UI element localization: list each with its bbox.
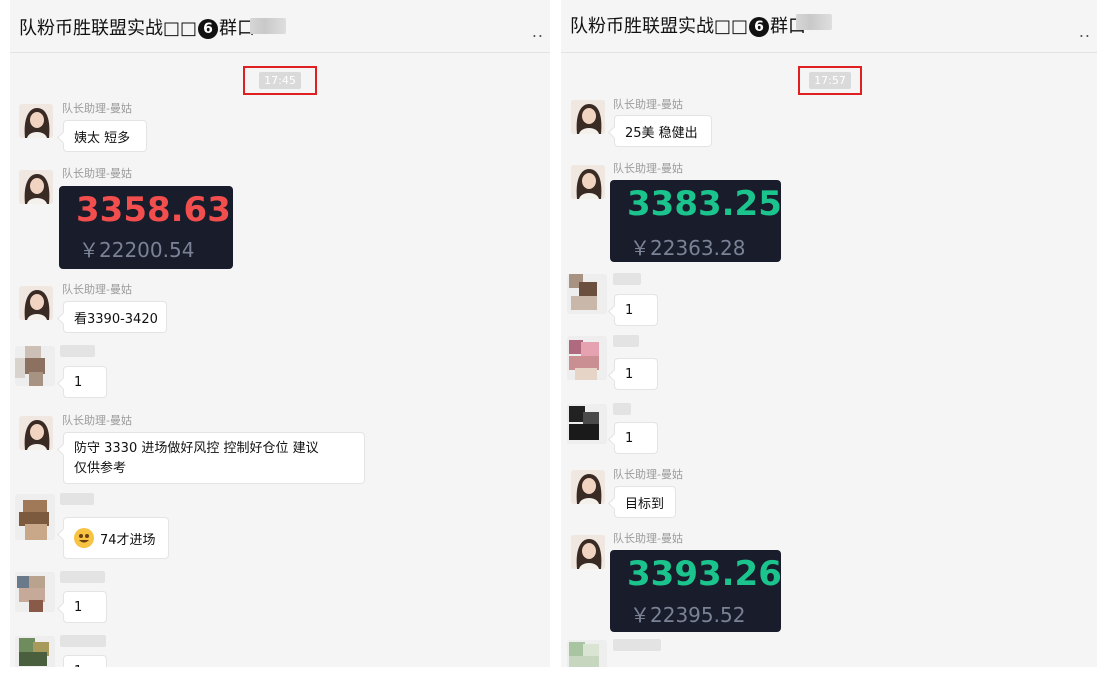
more-options-button[interactable]: ..	[532, 22, 544, 41]
group-title: 队粉币胜联盟实战□□ 6 群口	[19, 14, 255, 40]
avatar[interactable]	[571, 165, 605, 199]
pixelated-avatar-icon	[15, 346, 55, 386]
sender-name: 队长助理-曼姑	[62, 414, 132, 427]
avatar-blurred[interactable]	[15, 572, 55, 612]
message-bubble[interactable]: 1	[614, 358, 658, 390]
woman-avatar-icon	[571, 165, 605, 199]
message-bubble[interactable]: 目标到	[614, 486, 676, 518]
woman-avatar-icon	[19, 104, 53, 138]
woman-avatar-icon	[571, 100, 605, 134]
message-bubble[interactable]: 74才进场	[63, 517, 169, 559]
chat-panel-left: 队粉币胜联盟实战□□ 6 群口 .. 17:45 队长助理-曼姑 姨太 短多 队长助…	[10, 0, 550, 667]
avatar[interactable]	[571, 535, 605, 569]
avatar-blurred[interactable]	[15, 636, 55, 667]
blurred-sender-name	[60, 493, 94, 505]
pixelated-avatar-icon	[15, 636, 55, 667]
message-text: 74才进场	[100, 532, 156, 548]
group-title: 队粉币胜联盟实战□□ 6 群口	[570, 12, 806, 38]
message-bubble[interactable]: 1	[614, 422, 658, 454]
avatar-blurred[interactable]	[567, 336, 607, 380]
group-title-text: 队粉币胜联盟实战□□	[570, 16, 749, 37]
avatar-blurred[interactable]	[15, 346, 55, 386]
pixelated-avatar-icon	[15, 494, 55, 540]
blurred-member-count	[796, 14, 832, 30]
chat-header: 队粉币胜联盟实战□□ 6 群口 ..	[561, 0, 1097, 53]
avatar-blurred[interactable]	[567, 640, 607, 667]
pixelated-avatar-icon	[567, 274, 607, 314]
blurred-sender-name	[613, 273, 641, 285]
avatar-blurred[interactable]	[567, 274, 607, 314]
message-line: 仅供参考	[74, 461, 127, 476]
message-bubble[interactable]: 1	[614, 294, 658, 326]
woman-avatar-icon	[19, 416, 53, 450]
avatar-blurred[interactable]	[567, 404, 607, 444]
avatar[interactable]	[571, 470, 605, 504]
chat-panel-right: 队粉币胜联盟实战□□ 6 群口 .. 17:57 队长助理-曼姑 25美 稳健出 队…	[561, 0, 1097, 667]
blurred-sender-name	[60, 345, 95, 357]
pixelated-avatar-icon	[567, 640, 607, 667]
timestamp-highlight: 17:57	[798, 66, 862, 95]
blurred-sender-name	[613, 335, 639, 347]
woman-avatar-icon	[571, 535, 605, 569]
message-bubble[interactable]: 1	[63, 366, 107, 398]
sender-name: 队长助理-曼姑	[62, 167, 132, 180]
message-bubble[interactable]: 1	[63, 591, 107, 623]
price-cny: ￥22395.52	[630, 603, 746, 627]
woman-avatar-icon	[19, 170, 53, 204]
pixelated-avatar-icon	[567, 336, 607, 380]
pixelated-avatar-icon	[15, 572, 55, 612]
blurred-sender-name	[613, 403, 631, 415]
sender-name: 队长助理-曼姑	[62, 283, 132, 296]
message-bubble[interactable]: 看3390-3420	[63, 301, 167, 333]
blurred-sender-name	[60, 635, 106, 647]
price-cny: ￥22363.28	[630, 236, 746, 260]
timestamp: 17:57	[809, 72, 851, 89]
more-options-button[interactable]: ..	[1079, 22, 1091, 41]
blurred-member-count	[250, 18, 286, 34]
grinning-face-icon	[74, 528, 94, 548]
price-cny: ￥22200.54	[79, 238, 195, 262]
woman-avatar-icon	[19, 286, 53, 320]
pixelated-avatar-icon	[567, 404, 607, 444]
avatar[interactable]	[571, 100, 605, 134]
message-line: 防守 3330 进场做好风控 控制好仓位 建议	[74, 441, 319, 456]
message-bubble[interactable]: 25美 稳健出	[614, 115, 712, 147]
avatar[interactable]	[19, 416, 53, 450]
number-badge: 6	[749, 17, 770, 37]
price-image[interactable]: 3358.63 ￥22200.54	[59, 186, 233, 269]
message-bubble[interactable]: 姨太 短多	[63, 120, 147, 152]
message-bubble[interactable]: 1	[63, 655, 107, 667]
price-value: 3383.25	[627, 184, 782, 224]
message-bubble[interactable]: 防守 3330 进场做好风控 控制好仓位 建议 仅供参考	[63, 432, 365, 484]
sender-name: 队长助理-曼姑	[613, 162, 683, 175]
avatar-blurred[interactable]	[15, 494, 55, 540]
avatar[interactable]	[19, 170, 53, 204]
price-image[interactable]: 3393.26 ￥22395.52	[610, 550, 782, 632]
sender-name: 队长助理-曼姑	[613, 468, 683, 481]
number-badge: 6	[198, 19, 219, 39]
group-title-text: 队粉币胜联盟实战□□	[19, 18, 198, 39]
blurred-sender-name	[60, 571, 105, 583]
avatar[interactable]	[19, 104, 53, 138]
sender-name: 队长助理-曼姑	[613, 532, 683, 545]
price-value: 3393.26	[627, 554, 782, 594]
price-image[interactable]: 3383.25 ￥22363.28	[610, 180, 782, 262]
timestamp-highlight: 17:45	[243, 66, 317, 95]
chat-header: 队粉币胜联盟实战□□ 6 群口 ..	[10, 0, 550, 53]
avatar[interactable]	[19, 286, 53, 320]
blurred-sender-name	[613, 639, 661, 651]
woman-avatar-icon	[571, 470, 605, 504]
sender-name: 队长助理-曼姑	[613, 98, 683, 111]
timestamp: 17:45	[259, 72, 301, 89]
sender-name: 队长助理-曼姑	[62, 102, 132, 115]
price-value: 3358.63	[76, 190, 231, 230]
